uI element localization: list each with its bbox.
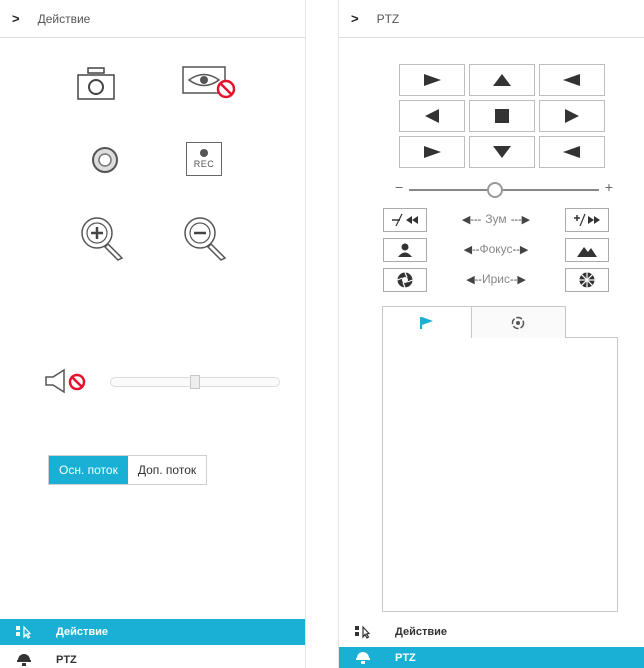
zoom-out-icon <box>392 213 418 227</box>
ptz-panel-header[interactable]: > PTZ <box>339 0 644 38</box>
zoom-in-icon <box>81 217 124 261</box>
focus-control-row: ◀-- Фокус --▶ <box>383 238 609 262</box>
arrow-down-right-icon <box>563 146 580 158</box>
ptz-up-left-button[interactable] <box>399 64 465 96</box>
flag-icon <box>420 316 433 329</box>
iris-label: Ирис <box>481 272 510 286</box>
zoom-out-icon <box>184 217 227 261</box>
stop-icon <box>495 109 509 123</box>
privacy-mask-button[interactable] <box>182 66 238 100</box>
ptz-zoom-in-button[interactable] <box>565 208 609 232</box>
stream-toggle: Осн. поток Доп. поток <box>48 455 208 485</box>
focus-far-icon <box>577 247 597 257</box>
sub-stream-button[interactable]: Доп. поток <box>127 456 207 484</box>
arrow-down-left-icon <box>424 146 441 158</box>
dome-camera-icon <box>15 653 33 667</box>
chevron-right-icon: > <box>12 11 20 26</box>
camera-icon <box>77 67 115 100</box>
arrow-up-icon <box>493 74 511 86</box>
speed-plus-label: + <box>604 179 613 195</box>
local-record-button[interactable] <box>90 145 120 175</box>
record-button[interactable]: REC <box>186 142 222 176</box>
tab-tour[interactable] <box>470 306 566 338</box>
zoom-in-button[interactable] <box>78 214 126 262</box>
nav-item-action[interactable]: Действие <box>339 619 644 645</box>
preset-tabs <box>382 306 618 612</box>
nav-item-action-label: Действие <box>395 626 447 638</box>
ptz-up-button[interactable] <box>469 64 535 96</box>
arrow-right-icon: --▶ <box>510 273 526 286</box>
arrow-right-icon: ---▶ <box>510 213 531 226</box>
ptz-direction-pad <box>399 64 605 168</box>
action-panel-header[interactable]: > Действие <box>0 0 305 38</box>
zoom-in-icon <box>574 213 600 227</box>
ptz-down-right-button[interactable] <box>539 136 605 168</box>
zoom-label: Зум <box>485 212 507 226</box>
arrow-left-icon <box>425 109 439 123</box>
rec-label: REC <box>193 159 215 169</box>
iris-close-icon <box>397 272 413 288</box>
arrow-up-right-icon <box>563 74 580 86</box>
speed-track <box>409 189 599 191</box>
ptz-iris-open-button[interactable] <box>565 268 609 292</box>
ptz-right-button[interactable] <box>539 100 605 132</box>
nav-item-ptz-label: PTZ <box>56 654 77 666</box>
iris-label-group: ◀-- Ирис --▶ <box>433 272 559 286</box>
zoom-control-row: ◀--- Зум ---▶ <box>383 208 609 232</box>
ptz-focus-near-button[interactable] <box>383 238 427 262</box>
nav-item-ptz[interactable]: PTZ <box>0 647 305 668</box>
nav-item-action[interactable]: Действие <box>0 619 305 645</box>
tour-icon <box>511 316 525 329</box>
ptz-panel: > PTZ − + ◀--- Зум ---▶ ◀-- Фокус --▶ ◀-… <box>338 0 644 668</box>
tab-presets[interactable] <box>382 306 472 338</box>
eye-disabled-icon <box>182 66 236 99</box>
action-cursor-icon <box>354 625 372 639</box>
zoom-label-group: ◀--- Зум ---▶ <box>433 212 559 226</box>
main-stream-button[interactable]: Осн. поток <box>49 456 128 484</box>
ptz-down-button[interactable] <box>469 136 535 168</box>
record-circle-icon <box>92 147 118 173</box>
ptz-stop-button[interactable] <box>469 100 535 132</box>
dome-camera-icon <box>354 651 372 665</box>
arrow-up-left-icon <box>424 74 441 86</box>
volume-slider[interactable] <box>110 375 280 389</box>
focus-near-icon <box>398 243 412 257</box>
ptz-speed-slider[interactable]: − + <box>395 179 613 198</box>
arrow-left-icon: ◀-- <box>466 273 482 286</box>
ptz-iris-close-button[interactable] <box>383 268 427 292</box>
nav-item-ptz[interactable]: PTZ <box>339 647 644 668</box>
ptz-focus-far-button[interactable] <box>565 238 609 262</box>
action-panel: > Действие REC Осн. поток Доп. поток Дей… <box>0 0 306 668</box>
iris-open-icon <box>579 272 595 288</box>
arrow-left-icon: ◀-- <box>463 243 480 256</box>
ptz-up-right-button[interactable] <box>539 64 605 96</box>
speed-minus-label: − <box>395 179 404 195</box>
arrow-right-icon <box>565 109 579 123</box>
ptz-panel-title: PTZ <box>376 11 400 26</box>
mute-button[interactable] <box>44 368 94 394</box>
arrow-right-icon: --▶ <box>512 243 529 256</box>
ptz-zoom-out-button[interactable] <box>383 208 427 232</box>
nav-item-ptz-label: PTZ <box>395 651 416 664</box>
zoom-out-button[interactable] <box>181 214 229 262</box>
focus-label: Фокус <box>479 242 513 256</box>
arrow-left-icon: ◀--- <box>461 213 482 226</box>
speed-slider-knob[interactable] <box>487 182 503 198</box>
chevron-right-icon: > <box>351 11 359 26</box>
ptz-down-left-button[interactable] <box>399 136 465 168</box>
iris-control-row: ◀-- Ирис --▶ <box>383 268 609 292</box>
action-cursor-icon <box>15 625 33 639</box>
rec-dot-icon <box>200 149 208 157</box>
speaker-muted-icon <box>45 368 86 394</box>
panel-gap <box>306 0 338 668</box>
nav-item-action-label: Действие <box>56 626 108 638</box>
focus-label-group: ◀-- Фокус --▶ <box>433 242 559 256</box>
volume-slider-thumb[interactable] <box>190 375 200 389</box>
ptz-left-button[interactable] <box>399 100 465 132</box>
snapshot-button[interactable] <box>76 66 116 102</box>
action-panel-title: Действие <box>37 11 91 26</box>
arrow-down-icon <box>493 146 511 158</box>
preset-list <box>382 337 618 612</box>
